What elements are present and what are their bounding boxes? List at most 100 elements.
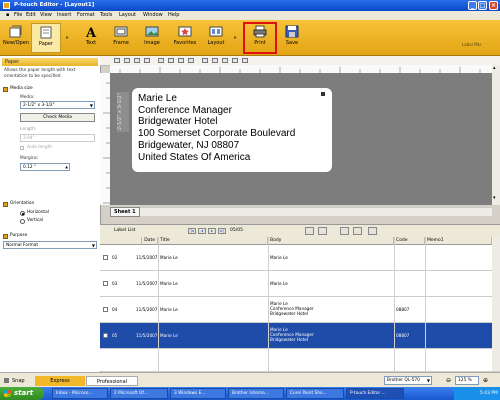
link-icon[interactable]	[340, 227, 349, 235]
chevron-down-icon: ▼	[89, 103, 93, 108]
start-button[interactable]: start	[0, 387, 44, 400]
cut-icon[interactable]	[168, 58, 174, 63]
length-field[interactable]: 3.94"	[20, 134, 95, 142]
vertical-label: Vertical	[27, 218, 44, 223]
menu-help[interactable]: Help	[168, 11, 179, 20]
maximize-button[interactable]: □	[478, 1, 487, 10]
filter-icon[interactable]	[318, 227, 327, 235]
print-highlight-box	[243, 22, 277, 54]
snap-toggle[interactable]: Snap	[12, 376, 25, 386]
align-icon[interactable]	[158, 58, 164, 63]
label-size-tag: 2-1/2" x 3-1/2"	[117, 92, 129, 132]
text-tool-icon[interactable]	[144, 58, 150, 63]
horizontal-scrollbar[interactable]	[140, 207, 492, 216]
zoom-in-icon[interactable]: ⊕	[483, 377, 488, 384]
row-checkbox[interactable]	[103, 255, 108, 260]
media-select[interactable]: 2-1/2" x 3-1/2" ▼	[20, 101, 95, 109]
media-size-heading: Media size	[10, 86, 33, 91]
handle-icon[interactable]	[321, 92, 325, 96]
panel-description-line-2: orientation to be specified.	[4, 74, 62, 79]
text-button[interactable]: A Text	[78, 23, 104, 53]
sheet-tab[interactable]: Sheet 1	[110, 207, 140, 217]
horizontal-radio[interactable]	[20, 211, 25, 216]
frame-button[interactable]: Frame	[108, 23, 134, 53]
menu-format[interactable]: Format	[77, 11, 95, 20]
row-number: 04	[112, 307, 118, 312]
taskbar-item-paintshop[interactable]: Corel Paint Sho...	[286, 388, 344, 399]
search-icon[interactable]	[305, 227, 314, 235]
menu-edit[interactable]: Edit	[26, 11, 36, 20]
column-header-memo1[interactable]: Memo1	[425, 237, 492, 245]
windows-logo-icon	[4, 390, 11, 397]
row-number: 02	[112, 255, 118, 260]
express-mode-tab[interactable]: Express	[35, 376, 85, 386]
next-record-button[interactable]: ▸	[208, 228, 216, 234]
image-tool-icon[interactable]	[242, 58, 248, 63]
select-tool-icon[interactable]	[114, 58, 120, 63]
margins-field[interactable]: 0.12 " ▲	[20, 163, 70, 171]
purpose-select[interactable]: Normal Format ▼	[3, 241, 97, 249]
auto-length-checkbox[interactable]	[20, 146, 24, 150]
menu-file[interactable]: File	[14, 11, 22, 20]
vertical-radio[interactable]	[20, 219, 25, 224]
zoom-select[interactable]: 125 %	[455, 376, 479, 385]
copy-icon[interactable]	[178, 58, 184, 63]
menu-view[interactable]: View	[40, 11, 52, 20]
taskbar-item-explorer[interactable]: 3 Windows E...	[170, 388, 226, 399]
unlink-icon[interactable]	[353, 227, 362, 235]
database-grid: Date Title Body Code Memo1 02 11/5/2007 …	[100, 237, 492, 371]
redo-icon[interactable]	[212, 58, 218, 63]
taskbar-item-ptouch[interactable]: P-touch Editor ...	[346, 388, 404, 399]
grid-corner	[100, 237, 142, 245]
label-list-tab[interactable]: Label List	[114, 228, 135, 233]
taskbar-item-brother[interactable]: Brother Interna...	[228, 388, 284, 399]
new-open-button[interactable]: New/Open	[2, 23, 30, 53]
first-record-button[interactable]: |◂	[188, 228, 196, 234]
row-checkbox[interactable]	[103, 281, 108, 286]
menu-tools[interactable]: Tools	[100, 11, 112, 20]
minimize-button[interactable]: _	[468, 1, 477, 10]
column-header-body[interactable]: Body	[268, 237, 394, 245]
check-media-button[interactable]: Check Media	[20, 113, 95, 122]
last-record-button[interactable]: ▸|	[218, 228, 226, 234]
refresh-icon[interactable]	[222, 58, 228, 63]
column-header-date[interactable]: Date	[142, 237, 158, 245]
undo-icon[interactable]	[202, 58, 208, 63]
column-header-title[interactable]: Title	[158, 237, 268, 245]
paper-button[interactable]: Paper	[31, 23, 61, 53]
grid-scrollbar[interactable]	[492, 237, 500, 371]
menu-layout[interactable]: Layout	[119, 11, 136, 20]
prev-record-button[interactable]: ◂	[198, 228, 206, 234]
column-header-code[interactable]: Code	[394, 237, 425, 245]
layout-button[interactable]: Layout	[203, 23, 229, 53]
scroll-down-icon[interactable]: ▾	[493, 195, 496, 201]
line-tool-icon[interactable]	[124, 58, 130, 63]
zoom-icon[interactable]	[232, 58, 238, 63]
taskbar-item-office[interactable]: 2 Microsoft Of...	[110, 388, 168, 399]
printer-select[interactable]: Brother QL-570 ▼	[384, 376, 432, 385]
app-menu-icon[interactable]: ▪	[6, 11, 9, 20]
save-label: Save	[285, 40, 299, 46]
paste-icon[interactable]	[188, 58, 194, 63]
row-body-line: Bridgewater Hotel	[270, 337, 309, 342]
close-button[interactable]: ×	[489, 1, 498, 10]
merge-icon[interactable]	[368, 227, 377, 235]
shape-tool-icon[interactable]	[134, 58, 140, 63]
vertical-scrollbar[interactable]: ▴ ▾	[492, 65, 500, 205]
menu-window[interactable]: Window	[143, 11, 163, 20]
image-button[interactable]: Image	[139, 23, 165, 53]
menu-insert[interactable]: Insert	[57, 11, 71, 20]
taskbar-item-inbox[interactable]: Inbox - Microso...	[52, 388, 108, 399]
zoom-out-icon[interactable]: ⊖	[446, 377, 451, 384]
scroll-up-icon[interactable]: ▴	[493, 65, 496, 71]
chevron-down-icon: ▼	[426, 378, 430, 383]
row-checkbox[interactable]	[103, 333, 108, 338]
favorites-button[interactable]: Favorites	[170, 23, 200, 53]
professional-mode-tab[interactable]: Professional	[86, 376, 138, 386]
save-button[interactable]: Save	[279, 23, 305, 53]
purpose-icon	[3, 234, 8, 239]
grid-divider	[394, 237, 395, 371]
row-checkbox[interactable]	[103, 307, 108, 312]
spinner-icon[interactable]: ▲	[65, 164, 68, 171]
label-text-block[interactable]: Marie Le Conference Manager Bridgewater …	[138, 93, 295, 163]
